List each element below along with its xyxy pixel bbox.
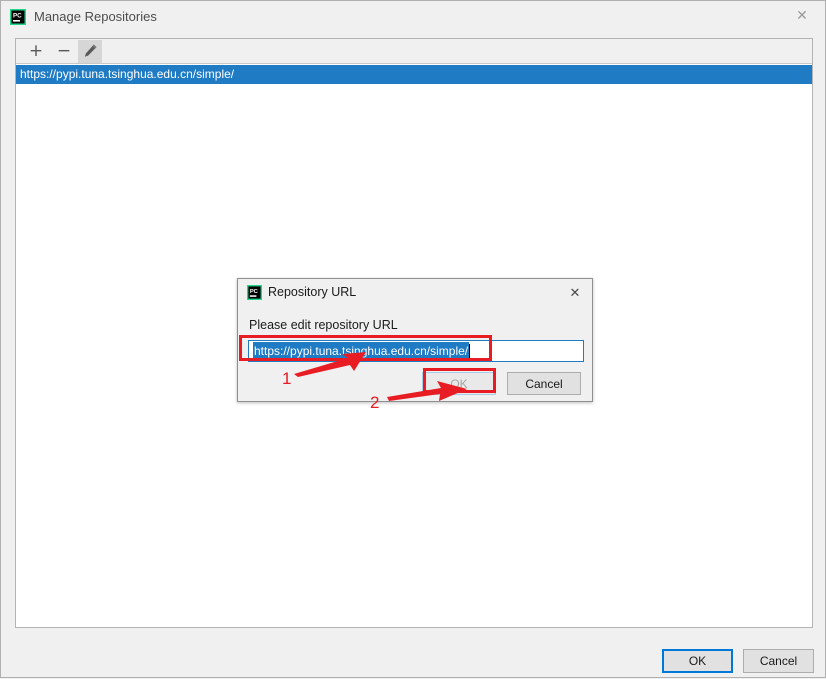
list-item[interactable]: https://pypi.tuna.tsinghua.edu.cn/simple…: [16, 65, 812, 84]
repository-toolbar: + −: [16, 39, 812, 64]
pycharm-icon: PC: [10, 9, 26, 25]
window-title: Manage Repositories: [34, 9, 157, 24]
dialog-prompt-label: Please edit repository URL: [249, 318, 398, 332]
dialog-cancel-button[interactable]: Cancel: [507, 372, 581, 395]
window-titlebar: PC Manage Repositories ✕: [1, 1, 825, 32]
add-repository-button[interactable]: +: [24, 40, 48, 63]
pycharm-icon: PC: [247, 285, 262, 300]
text-caret: [469, 343, 471, 359]
annotation-number-2: 2: [370, 393, 380, 412]
manage-repositories-window: PC Manage Repositories ✕ + − https://pyp…: [0, 0, 826, 678]
dialog-titlebar: PC Repository URL ✕: [238, 279, 592, 307]
dialog-title: Repository URL: [268, 285, 357, 299]
plus-icon: +: [28, 41, 44, 61]
dialog-ok-button[interactable]: OK: [422, 372, 496, 395]
pencil-icon: [83, 43, 98, 61]
ok-button[interactable]: OK: [662, 649, 733, 673]
annotation-number-1: 1: [282, 369, 292, 388]
repository-url-input-value: https://pypi.tuna.tsinghua.edu.cn/simple…: [253, 342, 470, 360]
close-icon[interactable]: ✕: [779, 1, 825, 31]
minus-icon: −: [56, 41, 72, 61]
repository-rows: https://pypi.tuna.tsinghua.edu.cn/simple…: [16, 65, 812, 84]
edit-repository-button[interactable]: [78, 40, 102, 63]
dialog-close-icon[interactable]: ✕: [560, 280, 590, 306]
footer-button-bar: OK Cancel: [1, 646, 825, 679]
remove-repository-button[interactable]: −: [52, 40, 76, 63]
cancel-button[interactable]: Cancel: [743, 649, 814, 673]
repository-url-input[interactable]: https://pypi.tuna.tsinghua.edu.cn/simple…: [248, 340, 584, 362]
svg-text:PC: PC: [13, 13, 22, 20]
svg-text:PC: PC: [250, 289, 259, 295]
